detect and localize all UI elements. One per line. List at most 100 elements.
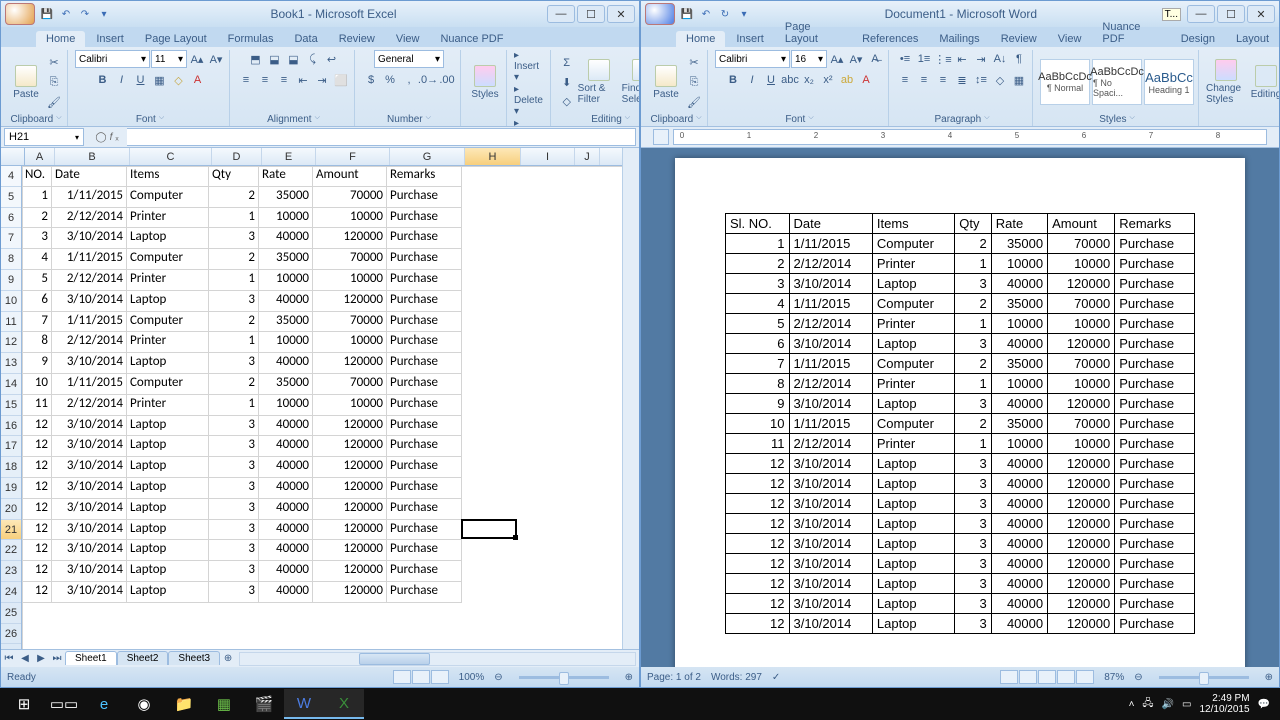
font-name-combo[interactable]: Calibri▾	[75, 50, 150, 68]
cell[interactable]: Laptop	[127, 457, 209, 478]
sheet-nav-last-icon[interactable]: ⏭	[49, 653, 65, 664]
cell[interactable]: 3/10/2014	[52, 520, 127, 541]
office-button-excel[interactable]	[5, 3, 35, 25]
orientation-icon[interactable]: ⤹	[304, 50, 322, 68]
font-size-combo[interactable]: 11▾	[151, 50, 187, 68]
cell[interactable]: 3	[209, 291, 259, 312]
cell[interactable]: 2	[209, 374, 259, 395]
cell[interactable]: 3	[209, 561, 259, 582]
print-layout-view-icon[interactable]	[1000, 670, 1018, 684]
ribbon-tab-design[interactable]: Design	[1171, 31, 1225, 47]
currency-icon[interactable]: $	[362, 71, 380, 89]
cell[interactable]: 1	[209, 395, 259, 416]
cell[interactable]: 12	[22, 540, 52, 561]
chrome-icon[interactable]: ◉	[124, 689, 164, 719]
sheet-tab[interactable]: Sheet3	[168, 651, 220, 665]
number-format-combo[interactable]: General▾	[374, 50, 444, 68]
word-table[interactable]: Sl. NO.DateItemsQtyRateAmountRemarks11/1…	[725, 213, 1195, 634]
row-header[interactable]: 9	[1, 270, 21, 291]
row-header[interactable]: 22	[1, 540, 21, 561]
zoom-out-icon[interactable]: ⊖	[1134, 672, 1142, 683]
excel-titlebar[interactable]: 💾 ↶ ↷ ▾ Book1 - Microsoft Excel — ☐ ✕	[1, 1, 639, 27]
border-icon[interactable]: ▦	[151, 71, 169, 89]
cell[interactable]: 120000	[313, 499, 387, 520]
cell[interactable]: 3/10/2014	[52, 457, 127, 478]
cell[interactable]: 70000	[313, 187, 387, 208]
delete-cells-button[interactable]: ▸ Delete ▾	[514, 84, 546, 117]
sheet-nav-next-icon[interactable]: ▶	[33, 653, 49, 664]
format-cells-button[interactable]: ▸ Format ▾	[514, 118, 546, 127]
cell[interactable]: Purchase	[387, 332, 462, 353]
close-button[interactable]: ✕	[1247, 5, 1275, 23]
cell[interactable]: 70000	[313, 249, 387, 270]
word-ruler[interactable]: 012345678	[641, 127, 1279, 148]
numbering-icon[interactable]: 1≡	[915, 50, 933, 68]
row-header[interactable]: 15	[1, 395, 21, 416]
table-row[interactable]: 123/10/2014Laptop340000120000Purchase	[726, 474, 1195, 494]
cell[interactable]: 12	[22, 457, 52, 478]
cell[interactable]: 1/11/2015	[52, 187, 127, 208]
cell[interactable]: 10000	[259, 332, 313, 353]
strike-button[interactable]: abc	[781, 71, 799, 89]
cell[interactable]: 120000	[313, 478, 387, 499]
cell[interactable]: Laptop	[127, 353, 209, 374]
change-styles-button[interactable]: Change Styles	[1206, 59, 1246, 105]
paste-button[interactable]: Paste	[649, 65, 683, 100]
decrease-decimal-icon[interactable]: .00	[438, 71, 456, 89]
sheet-tab[interactable]: Sheet1	[65, 651, 117, 665]
ribbon-tab-review[interactable]: Review	[991, 31, 1047, 47]
cell[interactable]: Computer	[127, 187, 209, 208]
page-indicator[interactable]: Page: 1 of 2	[647, 672, 701, 683]
cell[interactable]: 3	[209, 520, 259, 541]
cell[interactable]: 2/12/2014	[52, 208, 127, 229]
minimize-button[interactable]: —	[547, 5, 575, 23]
cell[interactable]: 3/10/2014	[52, 416, 127, 437]
cell[interactable]: 40000	[259, 499, 313, 520]
proofing-icon[interactable]: ✓	[772, 672, 780, 683]
copy-icon[interactable]: ⎘	[45, 73, 63, 91]
sheet-nav-first-icon[interactable]: ⏮	[1, 653, 17, 664]
column-header[interactable]: F	[316, 148, 390, 165]
cell[interactable]: 11	[22, 395, 52, 416]
ribbon-tab-nuance-pdf[interactable]: Nuance PDF	[1092, 19, 1169, 47]
zoom-slider[interactable]	[519, 676, 609, 679]
cell[interactable]: 70000	[313, 374, 387, 395]
column-header[interactable]: I	[521, 148, 575, 165]
highlight-icon[interactable]: ab	[838, 71, 856, 89]
cell[interactable]: 10000	[313, 270, 387, 291]
excel-grid[interactable]: ABCDEFGHIJ 45678910111213141516171819202…	[1, 148, 639, 649]
sheet-tab[interactable]: Sheet2	[117, 651, 169, 665]
cell[interactable]: Printer	[127, 395, 209, 416]
taskbar-clock[interactable]: 2:49 PM 12/10/2015	[1199, 693, 1249, 715]
shrink-font-icon[interactable]: A▾	[207, 50, 225, 68]
column-header[interactable]: D	[212, 148, 262, 165]
input-icon[interactable]: ▭	[1182, 699, 1191, 710]
align-center-icon[interactable]: ≡	[256, 71, 274, 89]
zoom-in-icon[interactable]: ⊕	[625, 672, 633, 683]
cell[interactable]: Purchase	[387, 561, 462, 582]
full-screen-view-icon[interactable]	[1019, 670, 1037, 684]
edge-icon[interactable]: e	[84, 689, 124, 719]
cell[interactable]: Purchase	[387, 478, 462, 499]
find-select-button[interactable]: Find & Select	[622, 59, 639, 105]
cell[interactable]: 40000	[259, 457, 313, 478]
minimize-button[interactable]: —	[1187, 5, 1215, 23]
percent-icon[interactable]: %	[381, 71, 399, 89]
align-right-icon[interactable]: ≡	[934, 71, 952, 89]
cell[interactable]: 3	[209, 582, 259, 603]
cell[interactable]: 35000	[259, 249, 313, 270]
tray-chevron-icon[interactable]: ˄	[1129, 699, 1135, 710]
table-row[interactable]: 123/10/2014Laptop340000120000Purchase	[726, 574, 1195, 594]
indent-decrease-icon[interactable]: ⇤	[953, 50, 971, 68]
cell[interactable]: 120000	[313, 353, 387, 374]
page-break-view-icon[interactable]	[431, 670, 449, 684]
system-tray[interactable]: ˄ 🖧 🔊 ▭ 2:49 PM 12/10/2015 💬	[1129, 693, 1276, 715]
table-row[interactable]: 41/11/2015Computer23500070000Purchase	[726, 294, 1195, 314]
cell[interactable]: 10000	[259, 395, 313, 416]
align-top-icon[interactable]: ⬒	[247, 50, 265, 68]
ribbon-tab-home[interactable]: Home	[676, 31, 725, 47]
cell[interactable]: Laptop	[127, 291, 209, 312]
cell[interactable]: 35000	[259, 312, 313, 333]
increase-decimal-icon[interactable]: .0→	[419, 71, 437, 89]
cell[interactable]: 3/10/2014	[52, 478, 127, 499]
